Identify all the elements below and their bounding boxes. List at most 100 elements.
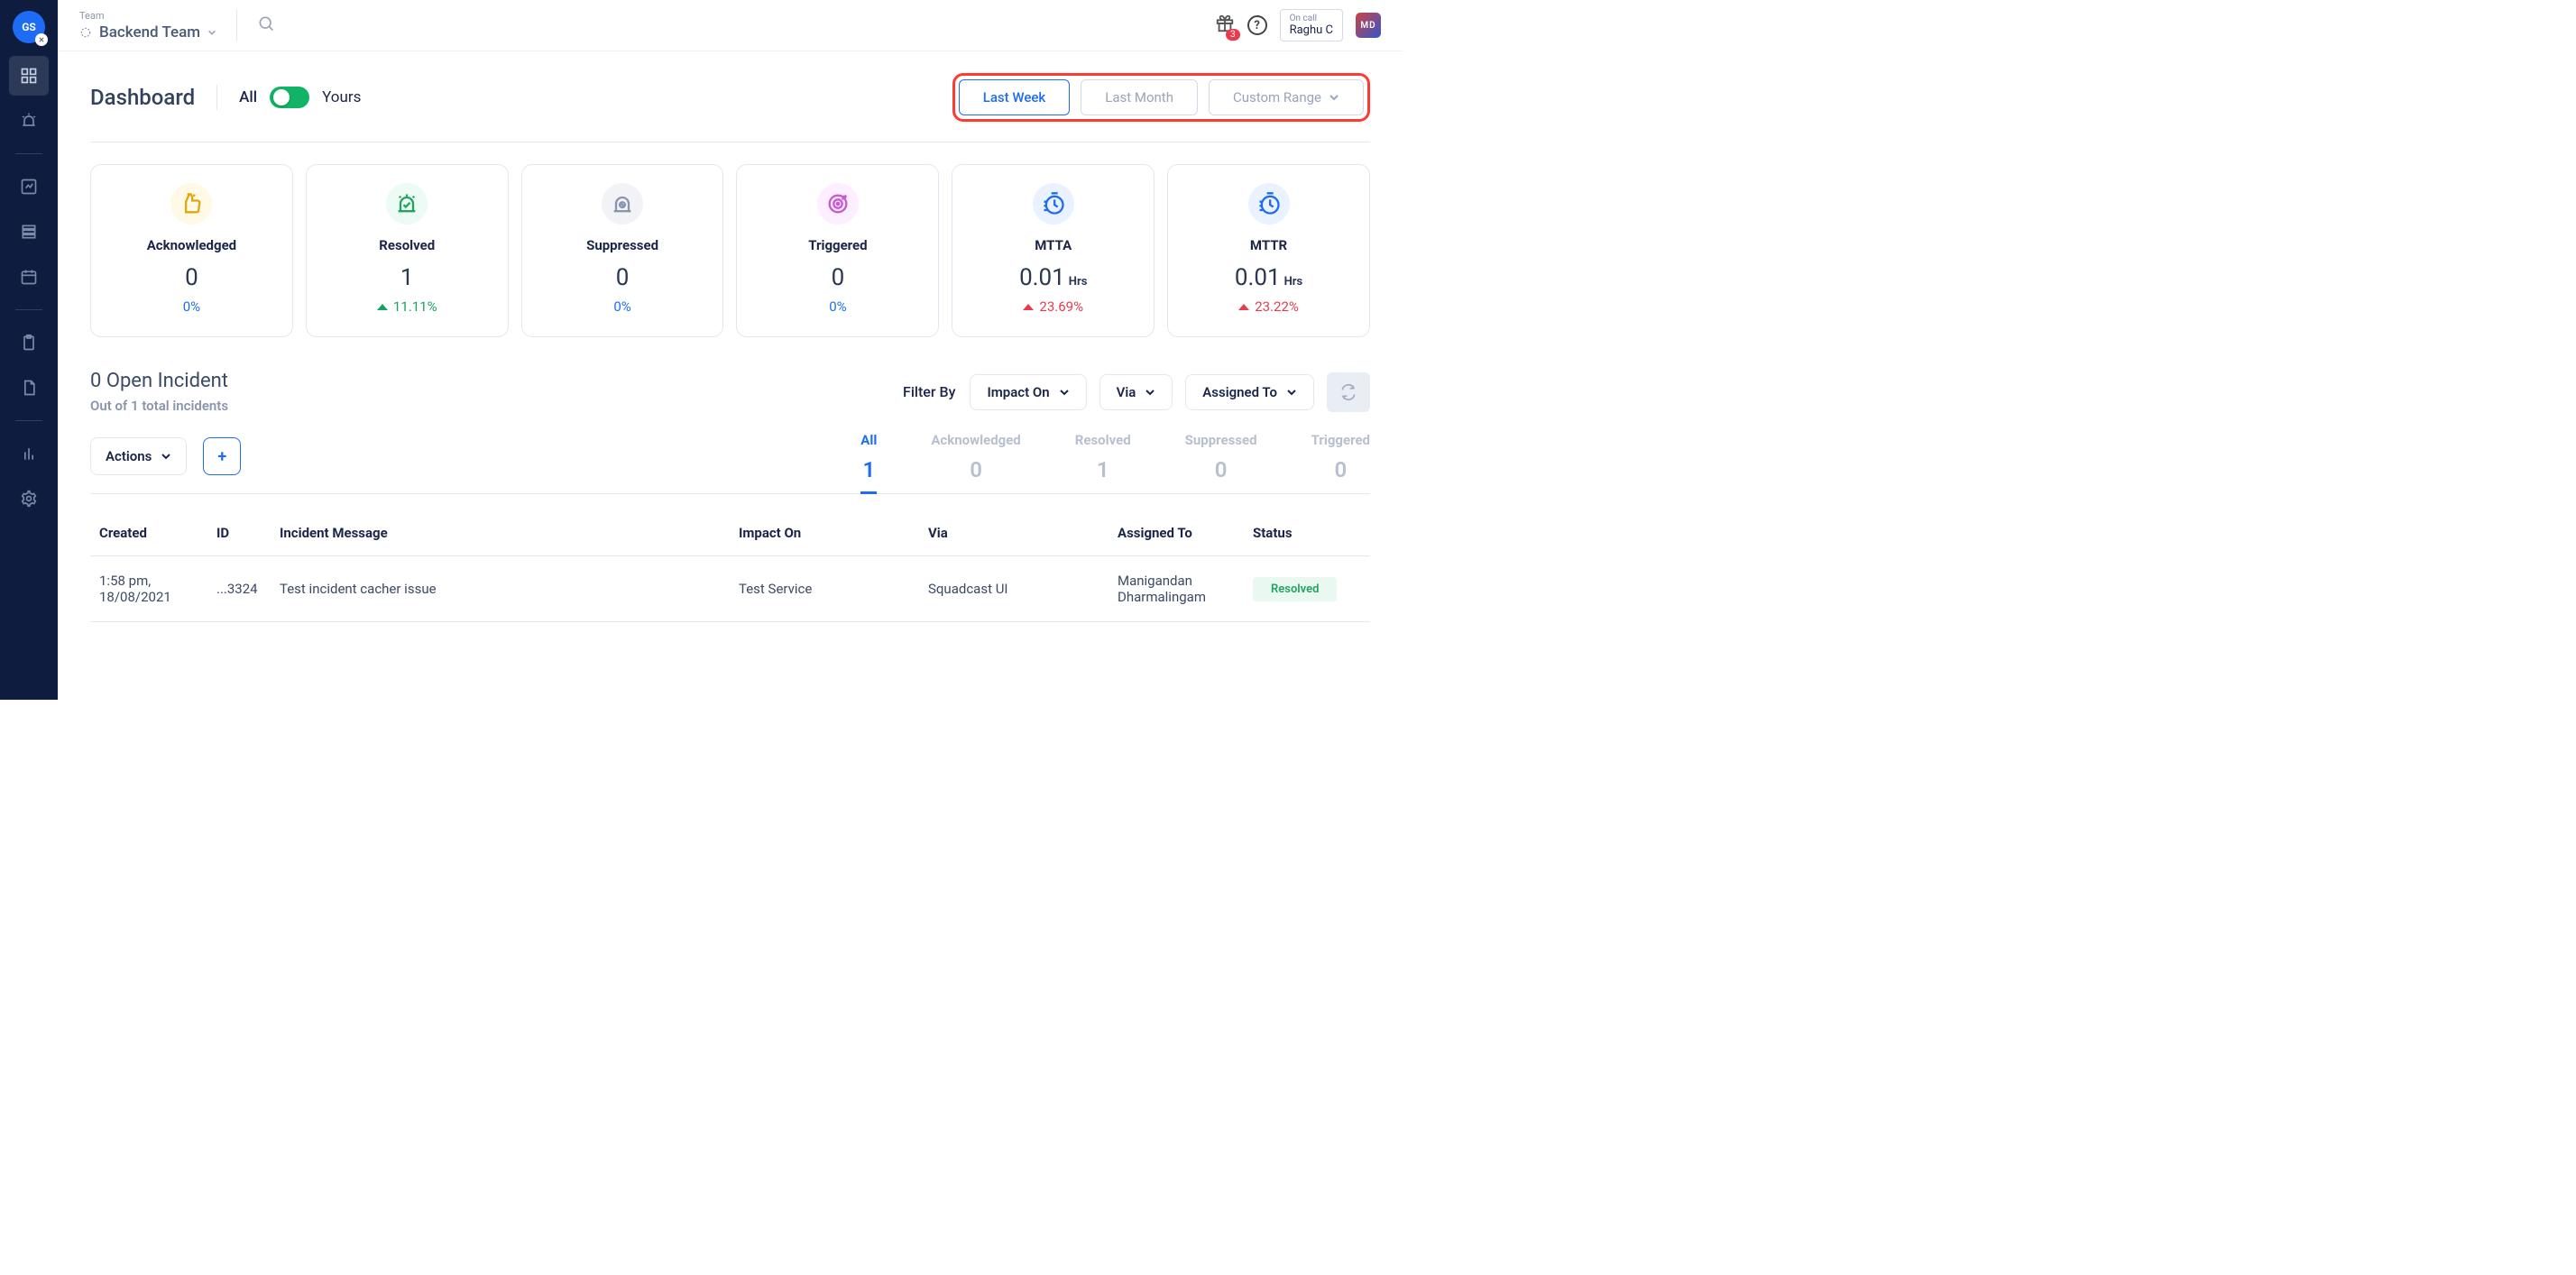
time-range-group: Last Week Last Month Custom Range	[952, 73, 1370, 122]
range-last-month[interactable]: Last Month	[1081, 79, 1198, 115]
card-unit: Hrs	[1284, 275, 1303, 289]
card-value: 0.01	[1235, 264, 1281, 291]
nav-dashboard[interactable]	[9, 56, 49, 96]
card-mttr: MTTR 0.01 Hrs 23.22%	[1167, 164, 1370, 337]
filter-impact-label: Impact On	[987, 384, 1049, 400]
team-label: Team	[79, 10, 216, 22]
card-delta: 23.69%	[960, 298, 1146, 315]
notification-badge: 3	[1226, 29, 1240, 41]
tab-triggered[interactable]: Triggered 0	[1311, 432, 1370, 493]
filter-via-label: Via	[1117, 384, 1136, 400]
filter-by-label: Filter By	[903, 383, 955, 400]
siren-check-icon	[394, 191, 419, 216]
plus-icon: +	[217, 447, 226, 466]
card-delta: 11.11%	[314, 298, 501, 315]
team-selector[interactable]: Backend Team	[79, 23, 216, 41]
scope-toggle[interactable]	[270, 87, 309, 108]
create-incident-button[interactable]: +	[203, 437, 241, 475]
tab-count: 0	[1311, 457, 1370, 482]
siren-icon	[20, 112, 38, 130]
nav-schedules[interactable]	[9, 257, 49, 297]
tab-all[interactable]: All 1	[860, 432, 877, 494]
range-last-week-label: Last Week	[983, 89, 1046, 105]
card-delta-value: 23.22%	[1255, 298, 1299, 315]
range-custom-label: Custom Range	[1233, 89, 1321, 105]
col-id: ID	[207, 510, 271, 556]
actions-dropdown[interactable]: Actions	[90, 437, 187, 475]
nav-services[interactable]	[9, 212, 49, 252]
card-triggered: Triggered 0 0%	[736, 164, 939, 337]
card-delta: 0%	[98, 298, 285, 315]
whats-new-button[interactable]: 3	[1215, 14, 1235, 37]
open-incidents-title: 0 Open Incident	[90, 370, 228, 392]
incidents-table: Created ID Incident Message Impact On Vi…	[90, 510, 1370, 622]
range-last-week[interactable]: Last Week	[959, 79, 1071, 115]
stopwatch-icon	[1256, 191, 1282, 216]
org-avatar[interactable]: GS ✕	[13, 11, 45, 43]
card-unit: Hrs	[1069, 275, 1088, 289]
loop-icon	[1339, 383, 1357, 401]
chevron-down-icon	[1286, 387, 1297, 398]
card-suppressed: Suppressed 0 0%	[521, 164, 724, 337]
target-icon	[825, 191, 851, 216]
tab-label: Triggered	[1311, 432, 1370, 448]
filter-assigned-label: Assigned To	[1202, 384, 1277, 400]
oncall-box[interactable]: On call Raghu C	[1280, 9, 1343, 41]
refresh-button[interactable]	[1327, 372, 1370, 412]
open-incidents-subtitle: Out of 1 total incidents	[90, 398, 228, 414]
card-value: 0	[98, 264, 285, 291]
card-delta: 0%	[744, 298, 931, 315]
table-row[interactable]: 1:58 pm, 18/08/2021 ...3324 Test inciden…	[90, 556, 1370, 622]
card-label: Suppressed	[529, 237, 716, 253]
tab-count: 0	[931, 457, 1020, 482]
trend-up-icon	[1023, 304, 1034, 310]
col-created: Created	[90, 510, 207, 556]
search-button[interactable]	[257, 14, 275, 36]
nav-incidents[interactable]	[9, 101, 49, 141]
divider	[236, 10, 237, 41]
card-value: 0	[744, 264, 931, 291]
stopwatch-icon	[1041, 191, 1066, 216]
actions-label: Actions	[106, 448, 152, 464]
sidebar: GS ✕	[0, 0, 58, 700]
tab-count: 1	[1075, 457, 1131, 482]
filter-assigned-to[interactable]: Assigned To	[1185, 374, 1314, 410]
calendar-icon	[20, 268, 38, 286]
chevron-down-icon	[1329, 92, 1339, 103]
filter-impact-on[interactable]: Impact On	[970, 374, 1086, 410]
range-custom[interactable]: Custom Range	[1209, 79, 1364, 115]
tab-suppressed[interactable]: Suppressed 0	[1185, 432, 1257, 493]
help-button[interactable]: ?	[1247, 15, 1267, 35]
cell-assigned: Manigandan Dharmalingam	[1109, 556, 1244, 622]
col-assigned: Assigned To	[1109, 510, 1244, 556]
nav-runbooks[interactable]	[9, 323, 49, 362]
document-icon	[20, 379, 38, 397]
card-delta-value: 11.11%	[393, 298, 437, 315]
status-badge: Resolved	[1253, 577, 1337, 601]
tab-resolved[interactable]: Resolved 1	[1075, 432, 1131, 493]
table-header-row: Created ID Incident Message Impact On Vi…	[90, 510, 1370, 556]
nav-settings[interactable]	[9, 479, 49, 518]
col-via: Via	[919, 510, 1109, 556]
user-initials: MD	[1360, 21, 1375, 31]
cell-via: Squadcast UI	[919, 556, 1109, 622]
team-name: Backend Team	[99, 23, 200, 41]
tab-acknowledged[interactable]: Acknowledged 0	[931, 432, 1020, 493]
nav-postmortems[interactable]	[9, 368, 49, 408]
tab-label: Suppressed	[1185, 432, 1257, 448]
nav-reports[interactable]	[9, 434, 49, 473]
chevron-down-icon	[161, 451, 171, 462]
dashboard-icon	[20, 67, 38, 85]
card-mtta: MTTA 0.01 Hrs 23.69%	[952, 164, 1155, 337]
cell-status: Resolved	[1244, 556, 1370, 622]
card-delta: 23.22%	[1175, 298, 1362, 315]
chevron-down-icon	[1145, 387, 1155, 398]
user-avatar[interactable]: MD	[1356, 13, 1381, 38]
chevron-down-icon	[207, 28, 216, 37]
filter-via[interactable]: Via	[1099, 374, 1173, 410]
chevron-down-icon	[1059, 387, 1070, 398]
tab-label: Acknowledged	[931, 432, 1020, 448]
card-value: 0	[529, 264, 716, 291]
cell-message: Test incident cacher issue	[271, 556, 730, 622]
nav-analytics[interactable]	[9, 167, 49, 206]
